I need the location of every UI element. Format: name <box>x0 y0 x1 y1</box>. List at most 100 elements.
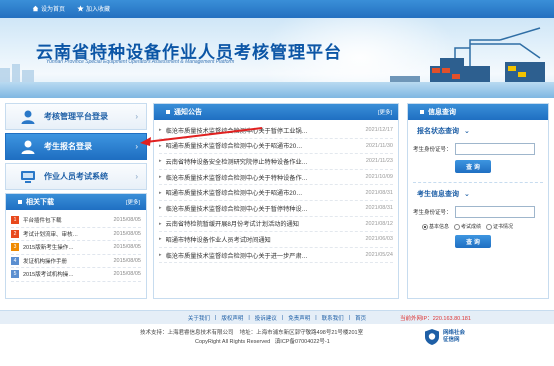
notice-item[interactable]: ▸ 临沧市质量技术监督综合检测中心关于特种设备作… 2021/10/09 <box>159 170 393 186</box>
notice-item[interactable]: ▸ 昭通市特种设备作业人员考试时间通知 2021/06/03 <box>159 232 393 248</box>
address: 地址：上海市浦东新区郭守敬路498号21号楼201室 <box>239 330 364 336</box>
notices-header: 通知公告 [更多] <box>154 104 398 120</box>
notice-title: 临沧市质量技术监督综合检测中心关于进一步严肃… <box>165 252 308 260</box>
current-ip: 当前外网IP：220.163.80.181 <box>400 316 471 322</box>
square-bullet-icon <box>420 110 424 114</box>
chevron-right-icon: ▸ <box>159 142 162 149</box>
chevron-right-icon: ▸ <box>159 189 162 196</box>
chevron-right-icon: ▸ <box>159 174 162 181</box>
shield-icon <box>425 329 439 345</box>
candidate-info-query-heading: 考生信息查询 ⌄ <box>417 191 470 198</box>
info-id-field-row: 考生身份证号： <box>408 199 548 218</box>
notice-item[interactable]: ▸ 临沧市质量技术监督综合检测中心关于暂停工业锅… 2021/12/17 <box>159 123 393 139</box>
notice-title: 昭通市质量技术监督综合检测中心关于昭通市20… <box>165 190 303 198</box>
add-favorite-label: 加入收藏 <box>86 7 111 13</box>
tech-support: 技术支持：上海君睿信息技术有限公司 <box>140 330 234 336</box>
rank-badge: 3 <box>11 243 19 252</box>
download-item[interactable]: 1 平台插件包下载 2015/08/05 <box>11 214 141 228</box>
download-item[interactable]: 2 考试计划流审、审核… 2015/08/05 <box>11 228 141 241</box>
notice-item[interactable]: ▸ 昭通市质量技术监督综合检测中心关于昭通市20… 2021/08/31 <box>159 185 393 201</box>
notice-item[interactable]: ▸ 昭通市质量技术监督综合检测中心关于昭通市20… 2021/11/30 <box>159 139 393 155</box>
notice-date: 2021/11/23 <box>365 158 393 165</box>
notices-more-link[interactable]: [更多] <box>378 108 392 116</box>
download-date: 2015/08/05 <box>113 230 141 237</box>
sidebar-item-label: 考生报名登录 <box>44 142 92 151</box>
badge-line2: 征信网 <box>443 337 460 343</box>
download-title: 平台插件包下载 <box>23 218 62 225</box>
rank-badge: 1 <box>11 216 19 225</box>
sidebar-item-exam-system[interactable]: 作业人员考试系统 › <box>5 163 147 190</box>
notice-item[interactable]: ▸ 云南省特检院暂缓开展8月份考试计划活动的通知 2021/08/12 <box>159 217 393 233</box>
status-id-input[interactable] <box>454 143 535 155</box>
notice-item[interactable]: ▸ 临沧市质量技术监督综合检测中心关于进一步严肃… 2021/05/24 <box>159 248 393 264</box>
footer-links: 关于我们 | 版权声明 | 投诉建议 | 免责声明 | 联系我们 | 首页 当前… <box>0 310 554 324</box>
chevron-right-icon: ▸ <box>159 205 162 212</box>
notice-date: 2021/06/03 <box>365 236 393 243</box>
notice-item[interactable]: ▸ 临沧市质量技术监督综合检测中心关于暂停特种设… 2021/08/31 <box>159 201 393 217</box>
rank-badge: 5 <box>11 270 19 279</box>
download-item[interactable]: 4 发证机构操作手册 2015/08/05 <box>11 255 141 268</box>
rank-badge: 2 <box>11 229 19 238</box>
notice-item[interactable]: ▸ 云南省特种设备安全检测研究院停止特种设备作业… 2021/11/23 <box>159 154 393 170</box>
query-panel: 信息查询 报名状态查询 ⌄ 考生身份证号： 查 询 考生信息查询 ⌄ 考生身份证… <box>407 103 549 299</box>
user-icon <box>21 140 35 154</box>
download-item[interactable]: 5 2015版考试机构操… 2015/08/05 <box>11 268 141 282</box>
footer-link-copyright[interactable]: 版权声明 <box>221 314 243 322</box>
add-favorite-link[interactable]: 加入收藏 <box>77 4 110 13</box>
notice-title: 昭通市质量技术监督综合检测中心关于昭通市20… <box>165 143 303 151</box>
sidebar-item-label: 作业人员考试系统 <box>44 172 108 181</box>
chevron-down-icon: ⌄ <box>464 191 470 198</box>
notice-date: 2021/05/24 <box>365 252 393 259</box>
notices-panel: 通知公告 [更多] ▸ 临沧市质量技术监督综合检测中心关于暂停工业锅… 2021/1… <box>153 103 399 299</box>
sidebar-item-candidate-login[interactable]: 考生报名登录 › <box>5 133 147 160</box>
header-banner: 云南省特种设备作业人员考核管理平台 Yunnan Province Specia… <box>0 18 554 98</box>
download-date: 2015/08/05 <box>113 257 141 264</box>
registration-status-query-heading: 报名状态查询 ⌄ <box>417 128 470 135</box>
download-item[interactable]: 3 2015版新考生操作… 2015/08/05 <box>11 241 141 255</box>
credit-badge[interactable]: 网络社会 征信网 <box>424 328 465 346</box>
notice-title: 昭通市特种设备作业人员考试时间通知 <box>165 236 271 244</box>
footer-link-complaints[interactable]: 投诉建议 <box>255 314 277 322</box>
icp-number[interactable]: 滇ICP备07004022号-1 <box>275 339 330 345</box>
info-id-input[interactable] <box>454 206 535 218</box>
footer-link-contact[interactable]: 联系我们 <box>322 314 344 322</box>
query-title: 信息查询 <box>428 109 456 116</box>
chevron-right-icon: ▸ <box>159 252 162 259</box>
chevron-right-icon: ▸ <box>159 127 162 134</box>
query-header: 信息查询 <box>408 104 548 120</box>
square-bullet-icon <box>18 200 22 204</box>
download-title: 考试计划流审、审核… <box>23 231 79 238</box>
radio-exam-score[interactable]: 考试成绩 <box>454 223 481 230</box>
download-title: 2015版新考生操作… <box>23 245 74 252</box>
top-links: 设为首页 加入收藏 <box>32 4 110 13</box>
notice-title: 云南省特种设备安全检测研究院停止特种设备作业… <box>165 158 308 166</box>
info-query-button[interactable]: 查 询 <box>455 235 491 248</box>
status-query-button[interactable]: 查 询 <box>455 160 491 173</box>
download-date: 2015/08/05 <box>113 271 141 278</box>
downloads-title: 相关下载 <box>26 199 54 206</box>
downloads-more-link[interactable]: [更多] <box>126 198 140 206</box>
star-icon <box>77 5 84 12</box>
badge-line1: 网络社会 <box>443 330 466 336</box>
notice-title: 云南省特检院暂缓开展8月份考试计划活动的通知 <box>165 221 299 229</box>
radio-basic-info[interactable]: 基本信息 <box>422 223 449 230</box>
info-type-radio-group: 基本信息 考试成绩 证书情况 <box>408 218 548 230</box>
notice-date: 2021/12/17 <box>365 127 393 134</box>
footer-link-home[interactable]: 首页 <box>355 314 366 322</box>
sidebar-item-label: 考核管理平台登录 <box>44 112 108 121</box>
sidebar-item-management-login[interactable]: 考核管理平台登录 › <box>5 103 147 130</box>
footer-info: 技术支持：上海君睿信息技术有限公司 地址：上海市浦东新区郭守敬路498号21号楼… <box>140 329 363 347</box>
chevron-right-icon: ▸ <box>159 158 162 165</box>
radio-certificate[interactable]: 证书情况 <box>486 223 513 230</box>
set-home-label: 设为首页 <box>41 7 66 13</box>
download-title: 2015版考试机构操… <box>23 272 74 279</box>
rank-badge: 4 <box>11 256 19 265</box>
downloads-list: 1 平台插件包下载 2015/08/05 2 考试计划流审、审核… 2015/08/05 3… <box>6 210 146 286</box>
notice-date: 2021/11/30 <box>365 142 393 149</box>
footer-link-about[interactable]: 关于我们 <box>188 314 210 322</box>
footer-link-disclaimer[interactable]: 免责声明 <box>288 314 310 322</box>
downloads-header: 相关下载 [更多] <box>6 194 146 210</box>
status-id-field-row: 考生身份证号： <box>408 136 548 155</box>
user-icon <box>21 110 35 124</box>
set-home-link[interactable]: 设为首页 <box>32 4 65 13</box>
